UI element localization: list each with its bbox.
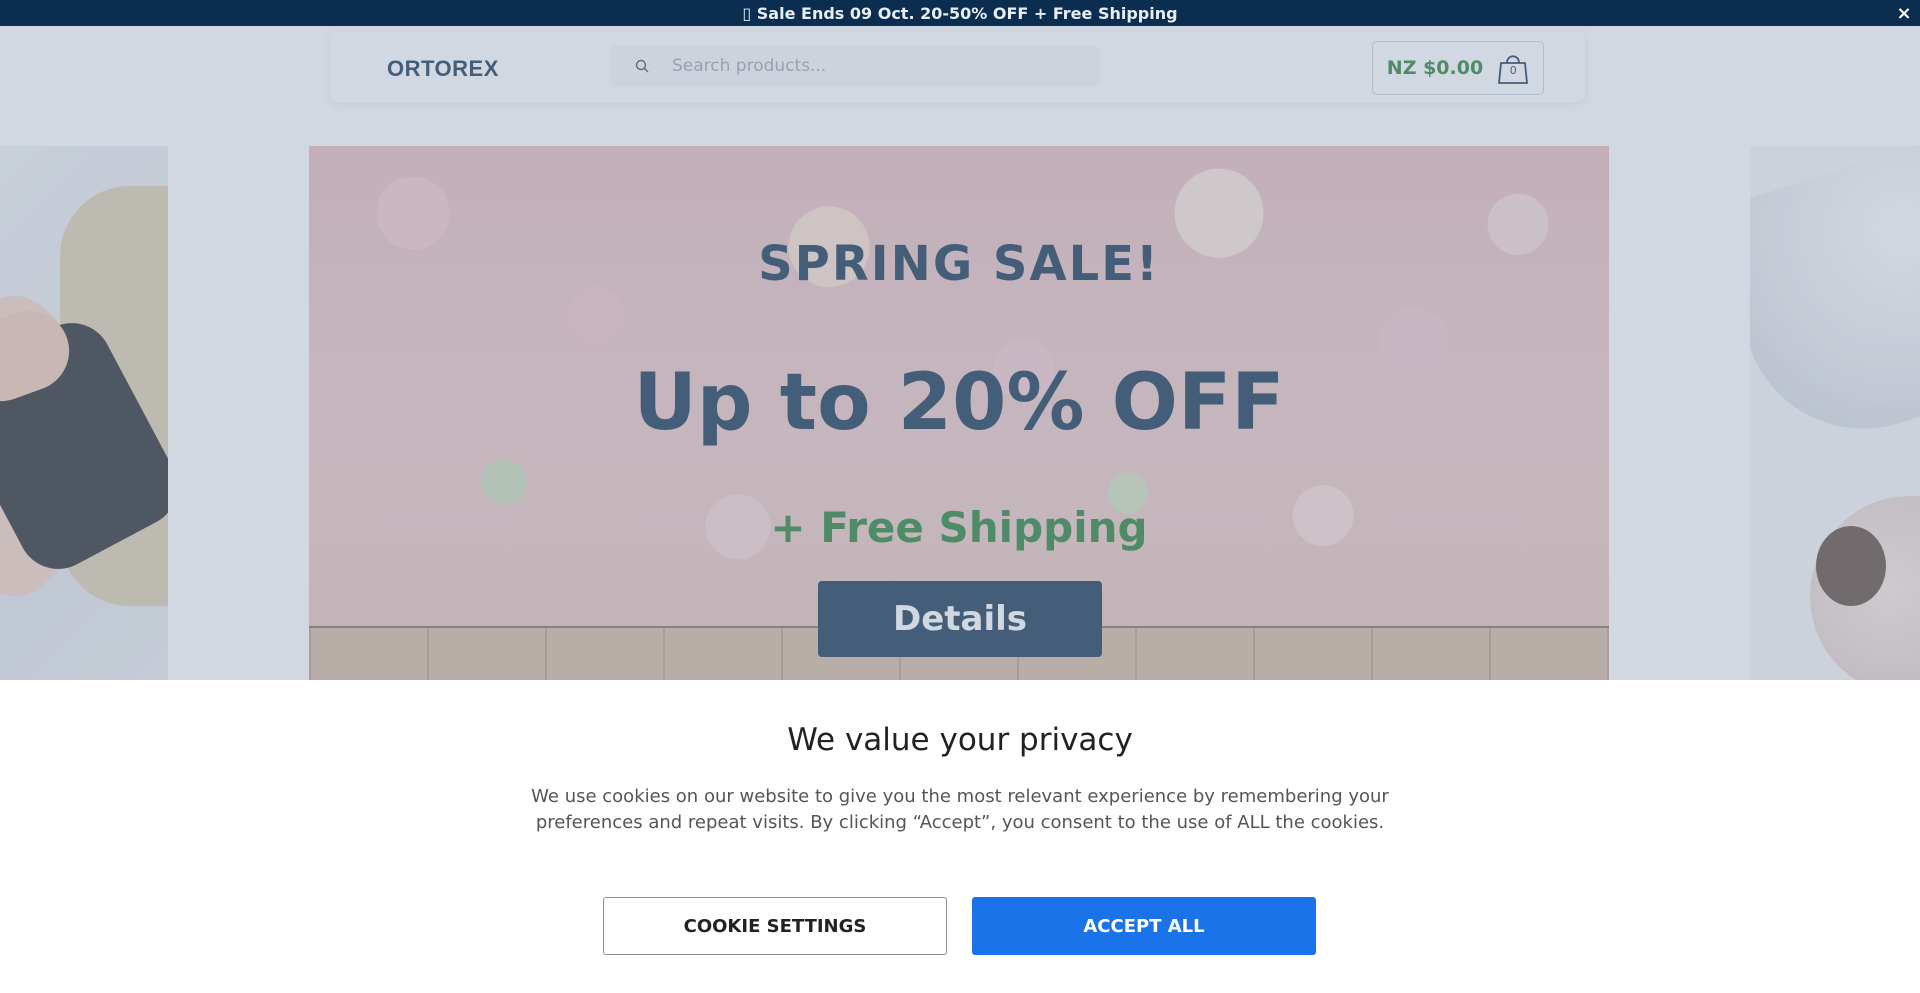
cookie-settings-button[interactable]: COOKIE SETTINGS xyxy=(603,897,947,955)
announcement-bar: ▯ Sale Ends 09 Oct. 20-50% OFF + Free Sh… xyxy=(0,0,1920,26)
cookie-text: We use cookies on our website to give yo… xyxy=(531,786,1389,833)
modal-overlay xyxy=(0,26,1920,680)
accept-all-button[interactable]: ACCEPT ALL xyxy=(972,897,1316,955)
close-icon[interactable]: × xyxy=(1894,0,1914,26)
cookie-banner: We value your privacy We use cookies on … xyxy=(0,680,1920,993)
cookie-title: We value your privacy xyxy=(787,722,1133,758)
announcement-text: ▯ Sale Ends 09 Oct. 20-50% OFF + Free Sh… xyxy=(742,3,1178,23)
